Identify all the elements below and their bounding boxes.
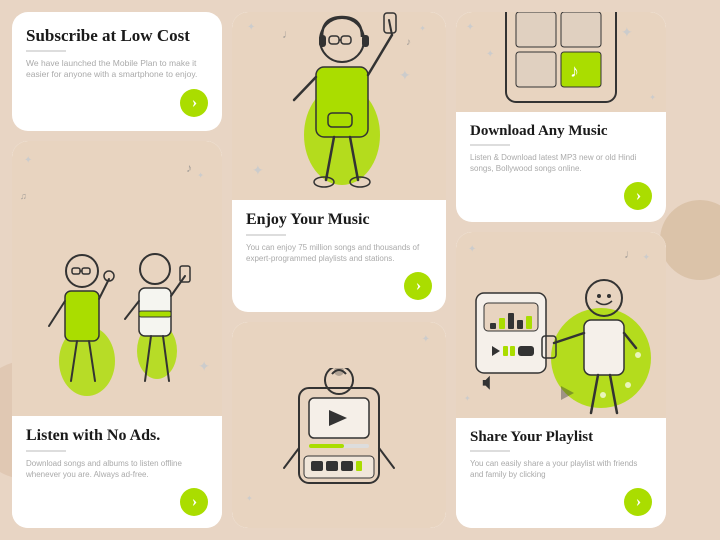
music-note-1: ♪ — [186, 161, 192, 176]
svg-text:♪: ♪ — [570, 61, 579, 81]
enjoy-card: ✦ ✦ ✦ ♩ ♪ — [232, 12, 446, 312]
share-sparkle-2: ✦ — [642, 252, 650, 263]
video-sparkle-1: ✦ — [422, 334, 430, 345]
share-svg — [466, 268, 656, 418]
subscribe-title: Subscribe at Low Cost — [26, 26, 208, 46]
listen-svg — [27, 241, 207, 416]
enjoy-desc: You can enjoy 75 million songs and thous… — [246, 242, 432, 264]
svg-text:✦: ✦ — [486, 49, 494, 60]
download-btn[interactable] — [624, 182, 652, 210]
sparkle-1: ✦ — [24, 155, 32, 166]
sparkle-2: ✦ — [197, 171, 204, 180]
column-1: Subscribe at Low Cost We have launched t… — [12, 12, 222, 528]
enjoy-title: Enjoy Your Music — [246, 210, 432, 229]
download-card: ✦ ✦ ♪ ✦ ✦ Down — [456, 12, 666, 222]
share-title: Share Your Playlist — [470, 428, 652, 446]
share-btn[interactable] — [624, 488, 652, 516]
enjoy-divider — [246, 234, 286, 236]
svg-text:✦: ✦ — [621, 26, 633, 41]
subscribe-desc: We have launched the Mobile Plan to make… — [26, 58, 208, 82]
enjoy-text-area: Enjoy Your Music You can enjoy 75 millio… — [232, 200, 446, 312]
video-card: ✦ ✦ — [232, 322, 446, 528]
column-3: ✦ ✦ ♪ ✦ ✦ Down — [456, 12, 666, 528]
main-grid: Subscribe at Low Cost We have launched t… — [0, 0, 720, 540]
download-title: Download Any Music — [470, 122, 652, 140]
download-svg: ♪ ✦ ✦ — [466, 12, 656, 112]
share-card: ✦ ✦ ✦ ♩ — [456, 232, 666, 528]
listen-title: Listen with No Ads. — [26, 426, 208, 445]
listen-card: ✦ ✦ ✦ ♪ ♫ — [12, 141, 222, 528]
share-illustration: ✦ ✦ ✦ ♩ — [456, 232, 666, 418]
subscribe-card: Subscribe at Low Cost We have launched t… — [12, 12, 222, 131]
video-illustration: ✦ ✦ — [232, 322, 446, 528]
download-divider — [470, 144, 510, 146]
share-desc: You can easily share a your playlist wit… — [470, 458, 652, 480]
download-desc: Listen & Download latest MP3 new or old … — [470, 152, 652, 174]
enjoy-illustration: ✦ ✦ ✦ ♩ ♪ — [232, 12, 446, 200]
download-text-area: Download Any Music Listen & Download lat… — [456, 112, 666, 222]
listen-divider — [26, 450, 66, 452]
enjoy-svg: ✦ — [244, 12, 434, 200]
listen-btn[interactable] — [180, 488, 208, 516]
share-divider — [470, 450, 510, 452]
listen-text-area: Listen with No Ads. Download songs and a… — [12, 416, 222, 528]
svg-text:✦: ✦ — [399, 69, 411, 84]
subscribe-btn[interactable] — [180, 89, 208, 117]
share-text-area: Share Your Playlist You can easily share… — [456, 418, 666, 528]
column-2: ✦ ✦ ✦ ♩ ♪ — [232, 12, 446, 528]
share-note-1: ♩ — [624, 247, 636, 262]
download-illustration: ✦ ✦ ♪ ✦ ✦ — [456, 12, 666, 112]
video-svg — [244, 368, 434, 528]
music-note-2: ♫ — [20, 191, 27, 201]
share-sparkle-1: ✦ — [468, 244, 476, 255]
listen-desc: Download songs and albums to listen offl… — [26, 458, 208, 480]
enjoy-btn[interactable] — [404, 272, 432, 300]
subscribe-divider — [26, 50, 66, 52]
listen-illustration: ✦ ✦ ✦ ♪ ♫ — [12, 141, 222, 416]
